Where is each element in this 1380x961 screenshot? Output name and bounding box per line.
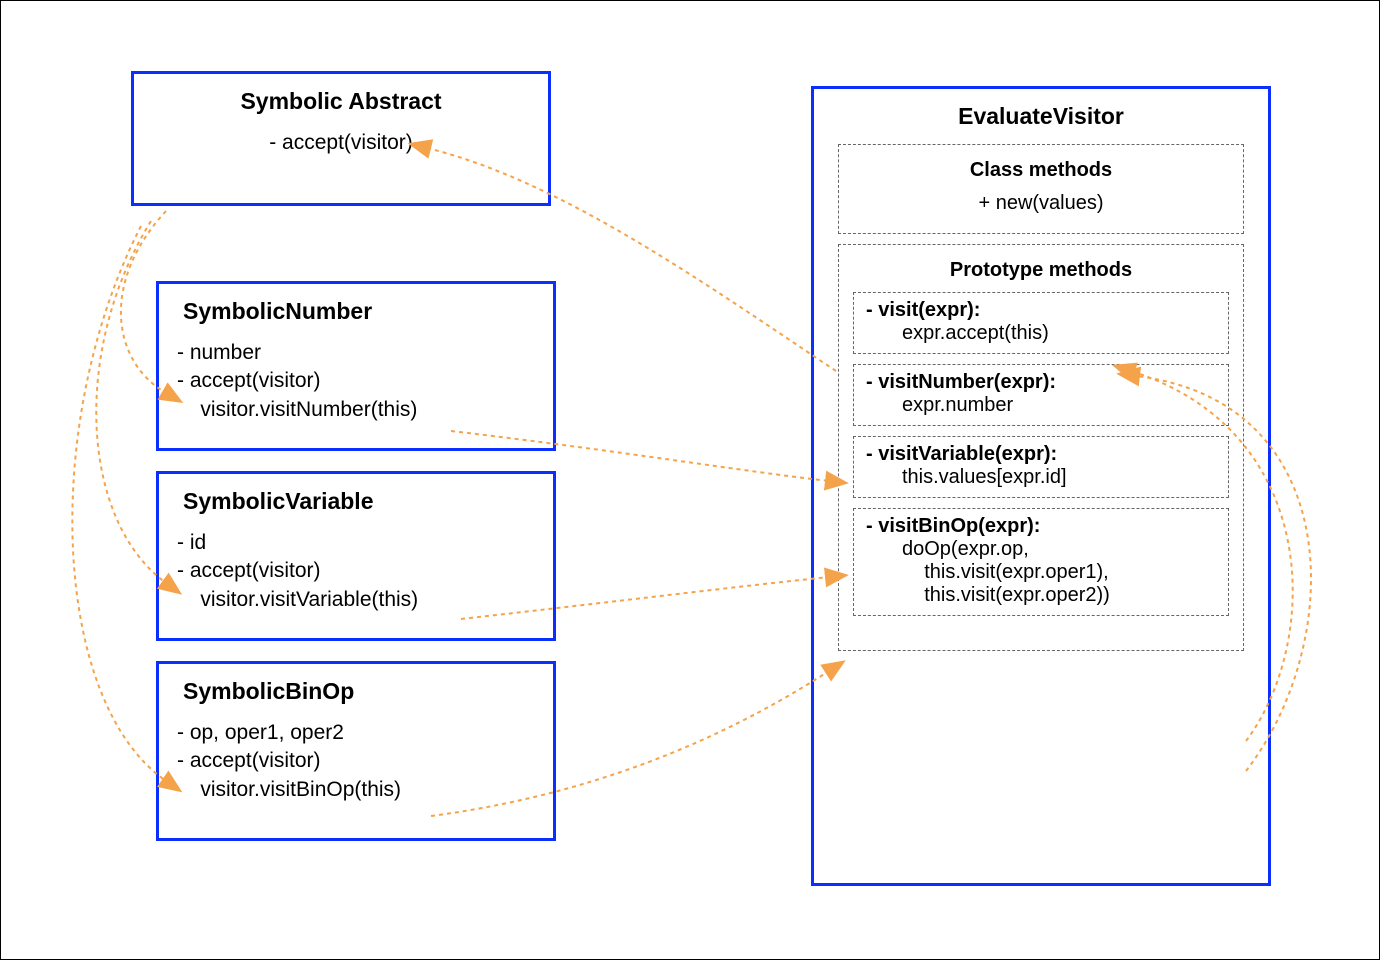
class-evaluate-visitor: EvaluateVisitor Class methods + new(valu… <box>811 86 1271 886</box>
class-methods-group: Class methods + new(values) <box>838 144 1244 234</box>
method-visit-number: - visitNumber(expr): expr.number <box>853 364 1229 426</box>
field-number: - number <box>177 339 535 367</box>
class-title: SymbolicVariable <box>183 488 535 515</box>
class-symbolic-variable: SymbolicVariable - id - accept(visitor) … <box>156 471 556 641</box>
field-id: - id <box>177 529 535 557</box>
method-accept: - accept(visitor) <box>152 129 530 157</box>
method-body: visitor.visitBinOp(this) <box>177 776 535 804</box>
method-visit-binop: - visitBinOp(expr): doOp(expr.op, this.v… <box>853 508 1229 616</box>
method-body: doOp(expr.op, this.visit(expr.oper1), th… <box>866 538 1216 607</box>
method-sig: - visit(expr): <box>866 299 1216 322</box>
method-accept: - accept(visitor) <box>177 557 535 585</box>
method-body: visitor.visitVariable(this) <box>177 586 535 614</box>
fields-op: - op, oper1, oper2 <box>177 719 535 747</box>
class-symbolic-number: SymbolicNumber - number - accept(visitor… <box>156 281 556 451</box>
class-title: Symbolic Abstract <box>152 88 530 115</box>
class-title: SymbolicBinOp <box>183 678 535 705</box>
class-symbolic-abstract: Symbolic Abstract - accept(visitor) <box>131 71 551 206</box>
method-sig: - visitBinOp(expr): <box>866 515 1216 538</box>
method-body: visitor.visitNumber(this) <box>177 396 535 424</box>
method-body: expr.accept(this) <box>866 322 1216 345</box>
method-new: + new(values) <box>853 192 1229 215</box>
class-title: SymbolicNumber <box>183 298 535 325</box>
class-symbolic-binop: SymbolicBinOp - op, oper1, oper2 - accep… <box>156 661 556 841</box>
method-visit-variable: - visitVariable(expr): this.values[expr.… <box>853 436 1229 498</box>
method-sig: - visitNumber(expr): <box>866 371 1216 394</box>
group-heading: Prototype methods <box>853 259 1229 282</box>
method-accept: - accept(visitor) <box>177 747 535 775</box>
method-body: this.values[expr.id] <box>866 466 1216 489</box>
class-title: EvaluateVisitor <box>832 103 1250 130</box>
method-sig: - visitVariable(expr): <box>866 443 1216 466</box>
method-visit: - visit(expr): expr.accept(this) <box>853 292 1229 354</box>
method-body: expr.number <box>866 394 1216 417</box>
prototype-methods-group: Prototype methods - visit(expr): expr.ac… <box>838 244 1244 651</box>
method-accept: - accept(visitor) <box>177 367 535 395</box>
diagram-canvas: Symbolic Abstract - accept(visitor) Symb… <box>0 0 1380 960</box>
group-heading: Class methods <box>853 159 1229 182</box>
